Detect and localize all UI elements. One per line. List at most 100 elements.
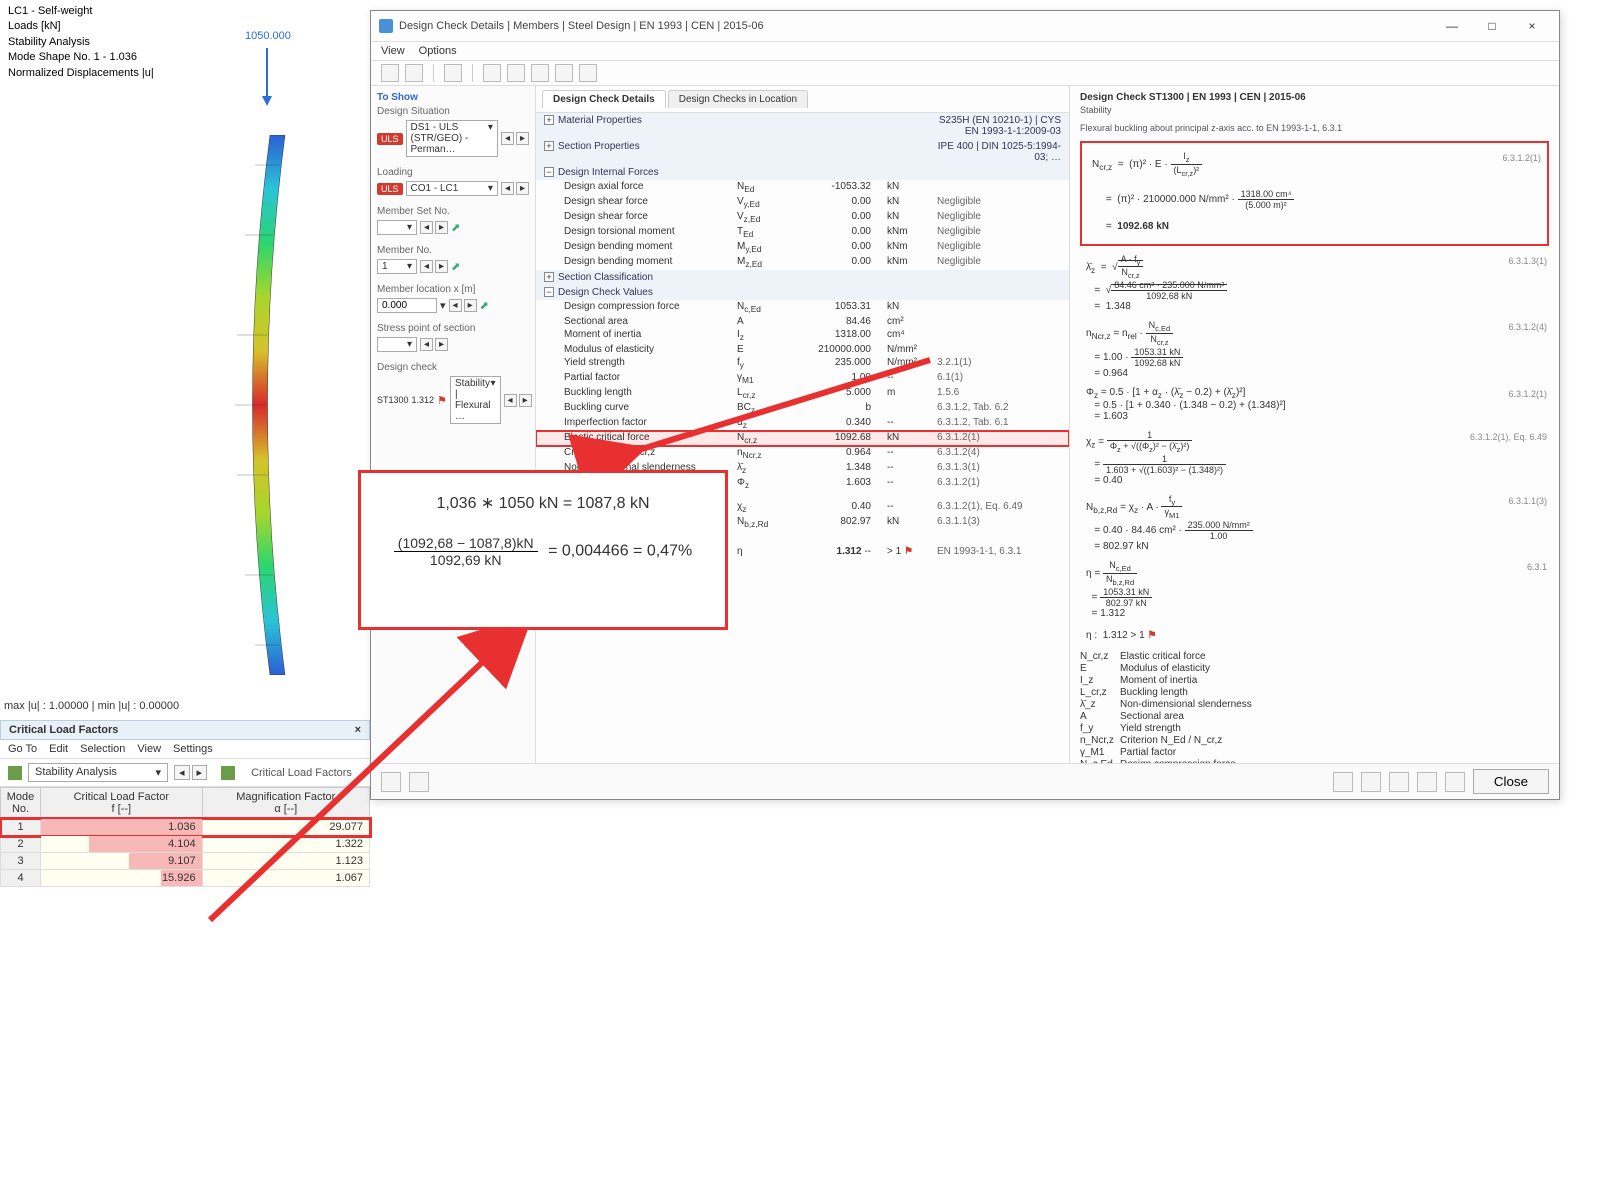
chevron-down-icon: ▾	[407, 339, 412, 350]
footer-tool-button[interactable]	[1333, 772, 1353, 792]
footer-tool-button[interactable]	[1361, 772, 1381, 792]
pick-icon[interactable]: ⬈	[480, 299, 489, 312]
toolbar-button[interactable]	[381, 64, 399, 82]
table-row[interactable]: 2 4.104 1.322	[1, 836, 370, 853]
menu-options[interactable]: Options	[419, 45, 457, 57]
nav-next-button[interactable]: ▸	[516, 132, 529, 145]
grid-row[interactable]: Design shear forceVz,Ed0.00kNNegligible	[536, 210, 1069, 225]
check-id: ST1300	[377, 395, 409, 405]
grid-row[interactable]: Buckling lengthLcr,z5.000m1.5.6	[536, 386, 1069, 401]
menu-goto[interactable]: Go To	[8, 743, 37, 755]
formula-header: Design Check ST1300 | EN 1993 | CEN | 20…	[1080, 92, 1549, 103]
nav-next-button[interactable]: ▸	[435, 221, 448, 234]
collapse-icon[interactable]: −	[544, 167, 554, 177]
chevron-down-icon: ▾	[407, 222, 412, 233]
nav-prev-button[interactable]: ◂	[420, 338, 433, 351]
maximize-button[interactable]: □	[1473, 15, 1511, 37]
member-no-dropdown[interactable]: 1▾	[377, 259, 417, 274]
window-titlebar[interactable]: Design Check Details | Members | Steel D…	[371, 11, 1559, 42]
expand-icon[interactable]: +	[544, 141, 554, 151]
close-button[interactable]: ×	[1513, 15, 1551, 37]
pick-icon[interactable]: ⬈	[451, 260, 460, 273]
menu-selection[interactable]: Selection	[80, 743, 125, 755]
legend-row: ASectional area	[1080, 711, 1549, 722]
toolbar-button[interactable]	[531, 64, 549, 82]
nav-prev-button[interactable]: ◂	[501, 182, 514, 195]
grid-row[interactable]: Modulus of elasticityE210000.000N/mm²	[536, 343, 1069, 356]
panel-close-icon[interactable]: ×	[355, 724, 361, 736]
loading-label: Loading	[377, 167, 529, 178]
grid-row[interactable]: Criterion NEd / Ncr,znNcr,z0.964--6.3.1.…	[536, 446, 1069, 461]
analysis-type-dropdown[interactable]: Stability Analysis▾	[28, 763, 168, 782]
nav-prev-button[interactable]: ◂	[504, 394, 517, 407]
grid-row[interactable]: Design compression forceNc,Ed1053.31kN	[536, 300, 1069, 315]
minimize-button[interactable]: —	[1433, 15, 1471, 37]
footer-tool-button[interactable]	[409, 772, 429, 792]
col-magnification: Magnification Factor α [--]	[202, 788, 369, 819]
grid-row[interactable]: Design bending momentMz,Ed0.00kNmNegligi…	[536, 255, 1069, 270]
nav-next-button[interactable]: ▸	[516, 182, 529, 195]
grid-row[interactable]: Elastic critical forceNcr,z1092.68kN6.3.…	[536, 431, 1069, 446]
stress-point-dropdown[interactable]: ▾	[377, 337, 417, 352]
chevron-down-icon: ▾	[488, 183, 493, 194]
nav-prev-button[interactable]: ◂	[449, 299, 462, 312]
legend-row: n_Ncr,zCriterion N_Ed / N_cr,z	[1080, 735, 1549, 746]
grid-row[interactable]: Imperfection factorαz0.340--6.3.1.2, Tab…	[536, 416, 1069, 431]
close-dialog-button[interactable]: Close	[1473, 769, 1549, 794]
table-row[interactable]: 4 15.926 1.067	[1, 870, 370, 887]
expand-icon[interactable]: +	[544, 272, 554, 282]
table-row[interactable]: 3 9.107 1.123	[1, 853, 370, 870]
grid-row[interactable]: Buckling curveBCzb6.3.1.2, Tab. 6.2	[536, 401, 1069, 416]
nav-next-button[interactable]: ▸	[192, 765, 208, 780]
grid-row[interactable]: Yield strengthfy235.000N/mm²3.2.1(1)	[536, 356, 1069, 371]
nav-prev-button[interactable]: ◂	[174, 765, 190, 780]
grid-row[interactable]: Design shear forceVy,Ed0.00kNNegligible	[536, 195, 1069, 210]
design-situation-dropdown[interactable]: DS1 - ULS (STR/GEO) - Perman…▾	[406, 120, 498, 157]
tab-design-checks-in-location[interactable]: Design Checks in Location	[668, 90, 808, 108]
info-line: Mode Shape No. 1 - 1.036	[8, 50, 154, 65]
menu-edit[interactable]: Edit	[49, 743, 68, 755]
menu-settings[interactable]: Settings	[173, 743, 213, 755]
analysis-type-icon	[8, 766, 22, 780]
pick-icon[interactable]: ⬈	[451, 221, 460, 234]
toolbar-button[interactable]	[444, 64, 462, 82]
grid-row[interactable]: Partial factorγM11.00--6.1(1)	[536, 371, 1069, 386]
grid-row[interactable]: Design bending momentMy,Ed0.00kNmNegligi…	[536, 240, 1069, 255]
toolbar-button[interactable]	[507, 64, 525, 82]
footer-tool-button[interactable]	[381, 772, 401, 792]
nav-next-button[interactable]: ▸	[519, 394, 532, 407]
table-row[interactable]: 1 1.036 29.077	[1, 819, 370, 836]
nav-prev-button[interactable]: ◂	[420, 260, 433, 273]
warning-flag-icon: ⚑	[904, 546, 913, 557]
nav-prev-button[interactable]: ◂	[420, 221, 433, 234]
toolbar-button[interactable]	[405, 64, 423, 82]
nav-next-button[interactable]: ▸	[435, 260, 448, 273]
design-check-dropdown[interactable]: Stability | Flexural …▾	[450, 376, 501, 424]
footer-tool-button[interactable]	[1417, 772, 1437, 792]
footer-print-button[interactable]	[1445, 772, 1465, 792]
footer-tool-button[interactable]	[1389, 772, 1409, 792]
member-location-input[interactable]	[377, 298, 437, 313]
toolbar-button[interactable]	[483, 64, 501, 82]
grid-row[interactable]: Sectional areaA84.46cm²	[536, 315, 1069, 328]
nav-next-button[interactable]: ▸	[464, 299, 477, 312]
grid-row[interactable]: Design axial forceNEd-1053.32kN	[536, 180, 1069, 195]
member-set-dropdown[interactable]: ▾	[377, 220, 417, 235]
calc-line-1: 1,036 ∗ 1050 kN = 1087,8 kN	[379, 493, 707, 513]
window-toolbar	[371, 61, 1559, 86]
buckling-mode-shape[interactable]	[225, 135, 315, 675]
nav-next-button[interactable]: ▸	[435, 338, 448, 351]
loading-dropdown[interactable]: CO1 - LC1▾	[406, 181, 498, 196]
tab-design-check-details[interactable]: Design Check Details	[542, 90, 666, 108]
grid-row[interactable]: Design torsional momentTEd0.00kNmNegligi…	[536, 225, 1069, 240]
symbol-legend: N_cr,zElastic critical forceEModulus of …	[1080, 651, 1549, 771]
collapse-icon[interactable]: −	[544, 287, 554, 297]
nav-prev-button[interactable]: ◂	[501, 132, 514, 145]
critical-factors-panel: Critical Load Factors × Go To Edit Selec…	[0, 720, 370, 887]
expand-icon[interactable]: +	[544, 115, 554, 125]
toolbar-button[interactable]	[555, 64, 573, 82]
grid-row[interactable]: Moment of inertiaIz1318.00cm⁴	[536, 328, 1069, 343]
menu-view[interactable]: View	[137, 743, 161, 755]
toolbar-button[interactable]	[579, 64, 597, 82]
menu-view[interactable]: View	[381, 45, 405, 57]
